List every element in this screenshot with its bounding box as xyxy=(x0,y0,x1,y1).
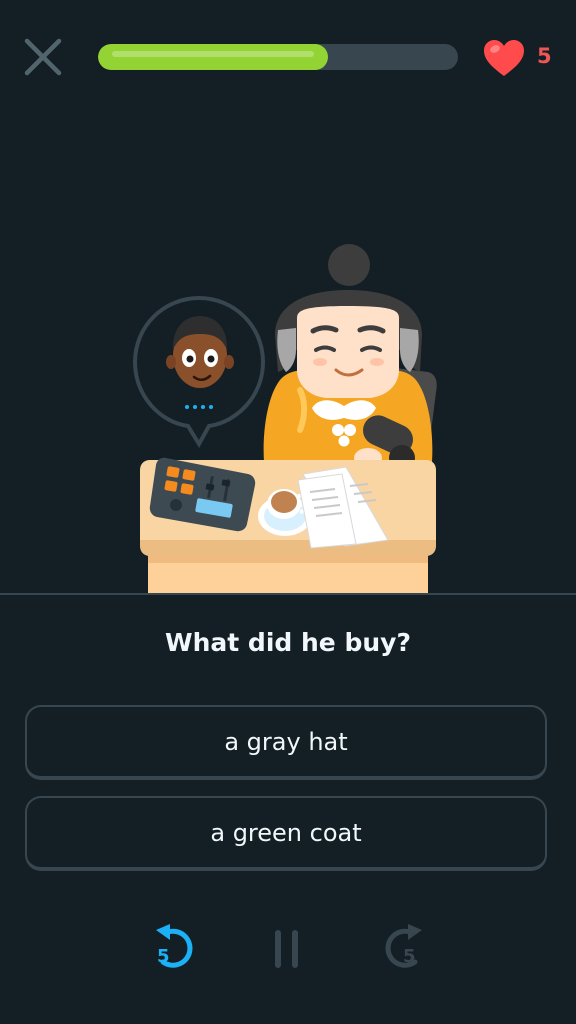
heart-icon xyxy=(484,40,524,76)
progress-fill xyxy=(98,44,329,70)
answer-choice-1[interactable]: a gray hat xyxy=(25,705,547,780)
forward-seconds: 5 xyxy=(403,946,416,967)
close-icon xyxy=(24,38,62,76)
playback-controls: 5 5 xyxy=(0,920,576,980)
pause-icon xyxy=(275,930,298,968)
question-prompt: What did he buy? xyxy=(165,628,411,657)
forward-5-icon xyxy=(385,924,422,968)
close-button[interactable] xyxy=(22,36,64,78)
rewind-5-button[interactable]: 5 xyxy=(150,920,202,976)
hearts-count: 5 xyxy=(537,44,552,68)
lesson-progress-bar xyxy=(98,44,458,70)
forward-5-button[interactable]: 5 xyxy=(376,920,428,976)
answer-choice-label: a green coat xyxy=(210,818,362,847)
answer-choice-label: a gray hat xyxy=(224,727,348,756)
top-bar: 5 xyxy=(0,0,576,110)
speaker-avatar-bubble xyxy=(132,295,266,448)
pause-button[interactable] xyxy=(262,920,314,976)
answer-choice-2[interactable]: a green coat xyxy=(25,796,547,871)
section-divider xyxy=(0,593,576,595)
progress-shine xyxy=(112,51,315,57)
rewind-seconds: 5 xyxy=(157,946,170,967)
podcast-illustration xyxy=(132,244,437,595)
